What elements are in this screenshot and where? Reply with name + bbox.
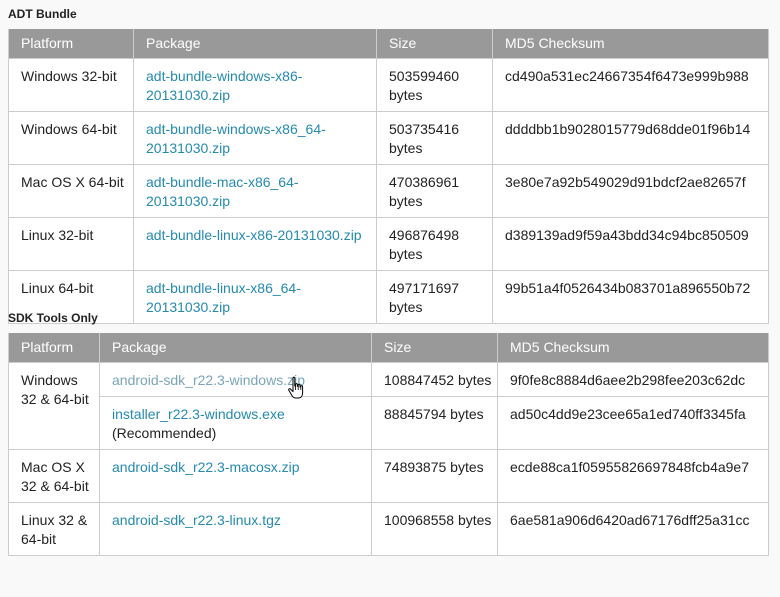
package-download-link[interactable]: adt-bundle-linux-x86-20131030.zip [146, 227, 362, 243]
size-cell: 100968558 bytes [371, 502, 498, 556]
table-row: Windows 64-bit adt-bundle-windows-x86_64… [8, 111, 769, 165]
table-row: Linux 64-bit adt-bundle-linux-x86_64-201… [8, 270, 769, 324]
table-row: Linux 32 & 64-bit android-sdk_r22.3-linu… [8, 502, 769, 556]
column-header-size: Size [371, 333, 498, 363]
platform-cell: Mac OS X 32 & 64-bit [8, 449, 100, 503]
platform-cell: Windows 64-bit [8, 111, 134, 165]
adt-bundle-title: ADT Bundle [8, 7, 77, 21]
package-download-link[interactable]: adt-bundle-linux-x86_64-20131030.zip [146, 280, 301, 315]
md5-cell: ddddbb1b9028015779d68dde01f96b14 [492, 111, 769, 165]
package-download-link[interactable]: adt-bundle-mac-x86_64-20131030.zip [146, 174, 299, 209]
table-row: Windows 32 & 64-bit android-sdk_r22.3-wi… [8, 362, 769, 450]
table-row: Linux 32-bit adt-bundle-linux-x86-201310… [8, 217, 769, 271]
package-download-link[interactable]: adt-bundle-windows-x86-20131030.zip [146, 68, 302, 103]
table-header-row: Platform Package Size MD5 Checksum [8, 29, 769, 59]
column-header-platform: Platform [8, 333, 100, 363]
package-cell: android-sdk_r22.3-windows.zip [99, 362, 372, 397]
package-download-link[interactable]: android-sdk_r22.3-windows.zip [112, 372, 305, 388]
package-download-link[interactable]: adt-bundle-windows-x86_64-20131030.zip [146, 121, 326, 156]
package-download-link[interactable]: installer_r22.3-windows.exe [112, 406, 285, 422]
column-header-platform: Platform [8, 29, 134, 59]
md5-cell: cd490a531ec24667354f6473e999b988 [492, 58, 769, 112]
adt-bundle-table: Platform Package Size MD5 Checksum Windo… [8, 29, 769, 324]
platform-cell: Windows 32-bit [8, 58, 134, 112]
column-header-package: Package [99, 333, 372, 363]
size-cell: 74893875 bytes [371, 449, 498, 503]
table-row: installer_r22.3-windows.exe (Recommended)… [9, 396, 769, 450]
table-row: Mac OS X 32 & 64-bit android-sdk_r22.3-m… [8, 449, 769, 503]
package-cell: android-sdk_r22.3-macosx.zip [99, 449, 372, 503]
column-header-md5: MD5 Checksum [492, 29, 769, 59]
md5-cell: 99b51a4f0526434b083701a896550b72 [492, 270, 769, 324]
platform-cell: Windows 32 & 64-bit [8, 362, 100, 450]
package-cell: installer_r22.3-windows.exe (Recommended) [99, 396, 372, 450]
package-download-link[interactable]: android-sdk_r22.3-linux.tgz [112, 512, 281, 528]
column-header-package: Package [133, 29, 377, 59]
md5-cell: ad50c4dd9e23cee65a1ed740ff3345fa [497, 396, 769, 450]
package-cell: adt-bundle-linux-x86-20131030.zip [133, 217, 377, 271]
recommended-note: (Recommended) [112, 425, 217, 441]
package-cell: adt-bundle-windows-x86-20131030.zip [133, 58, 377, 112]
table-header-row: Platform Package Size MD5 Checksum [8, 333, 769, 363]
md5-cell: 9f0fe8c8884d6aee2b298fee203c62dc [497, 362, 769, 397]
md5-cell: d389139ad9f59a43bdd34c94bc850509 [492, 217, 769, 271]
sdk-tools-table: Platform Package Size MD5 Checksum Windo… [8, 333, 769, 556]
size-cell: 503599460 bytes [376, 58, 493, 112]
package-cell: adt-bundle-linux-x86_64-20131030.zip [133, 270, 377, 324]
column-header-size: Size [376, 29, 493, 59]
package-download-link[interactable]: android-sdk_r22.3-macosx.zip [112, 459, 300, 475]
md5-cell: 3e80e7a92b549029d91bdcf2ae82657f [492, 164, 769, 218]
md5-cell: 6ae581a906d6420ad67176dff25a31cc [497, 502, 769, 556]
md5-cell: ecde88ca1f05955826697848fcb4a9e7 [497, 449, 769, 503]
size-cell: 108847452 bytes [371, 362, 498, 397]
size-cell: 496876498 bytes [376, 217, 493, 271]
size-cell: 470386961 bytes [376, 164, 493, 218]
table-row: Mac OS X 64-bit adt-bundle-mac-x86_64-20… [8, 164, 769, 218]
column-header-md5: MD5 Checksum [497, 333, 769, 363]
package-cell: adt-bundle-windows-x86_64-20131030.zip [133, 111, 377, 165]
package-cell: adt-bundle-mac-x86_64-20131030.zip [133, 164, 377, 218]
platform-cell: Linux 32 & 64-bit [8, 502, 100, 556]
sdk-tools-title: SDK Tools Only [8, 311, 98, 325]
size-cell: 88845794 bytes [371, 396, 498, 450]
size-cell: 503735416 bytes [376, 111, 493, 165]
package-cell: android-sdk_r22.3-linux.tgz [99, 502, 372, 556]
platform-cell: Linux 32-bit [8, 217, 134, 271]
size-cell: 497171697 bytes [376, 270, 493, 324]
platform-cell: Mac OS X 64-bit [8, 164, 134, 218]
table-row: Windows 32-bit adt-bundle-windows-x86-20… [8, 58, 769, 112]
hand-pointer-icon [288, 376, 304, 399]
